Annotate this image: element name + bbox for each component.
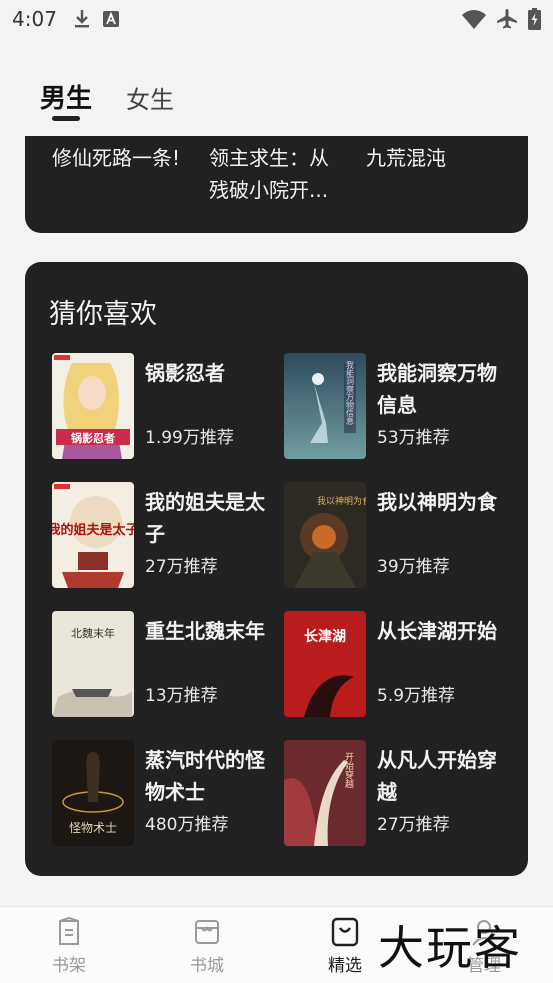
book-title: 重生北魏末年 [145,619,265,643]
cover-text: 北魏末年 [71,626,115,640]
cover-text: 怪物术士 [69,821,117,835]
nav-bookstore[interactable]: 书城 [157,907,257,983]
tab-female-label: 女生 [126,86,175,114]
gender-tabs: 男生 女生 [40,78,174,121]
status-time: 4:07 [12,7,57,31]
battery-charging-icon [528,8,541,30]
book-recommend-count: 480万推荐 [145,815,229,835]
book-title: 我能洞察万物信息 [377,361,497,417]
bookstore-icon [195,920,219,944]
book-recommend-count: 1.99万推荐 [145,428,234,448]
watermark-logo: 大玩客 [378,921,522,975]
status-right-icons [462,8,541,30]
book-title: 从长津湖开始 [377,619,497,643]
book-title: 我的姐夫是太子 [145,490,265,546]
status-bar: 4:07 [0,0,553,38]
wifi-icon [462,9,486,29]
top-book-title[interactable]: 领主求生：从残破小院开... [209,142,339,206]
book-recommend-count: 27万推荐 [377,815,450,835]
book-cover: 怪物术士 [52,740,134,846]
book-title: 从凡人开始穿越 [377,748,497,804]
book-recommend-count: 13万推荐 [145,686,218,706]
top-book-title[interactable]: 修仙死路一条! [52,142,182,174]
cover-text: 我的姐夫是太子 [52,522,134,538]
book-cover: 锅影忍者 [52,353,134,459]
cover-text: 锅影忍者 [71,431,115,445]
book-title: 我以神明为食 [377,490,497,514]
status-left-icons [73,9,119,29]
tab-male[interactable]: 男生 [40,78,93,121]
book-cover: 开始穿越 [284,740,366,846]
bookshelf-icon [59,917,79,945]
section-title: 猜你喜欢 [49,299,157,330]
book-recommend-count: 27万推荐 [145,557,218,577]
cover-text: 我能洞察万物信息 [346,360,355,425]
book-cover: 我以神明为食 [284,482,366,588]
book-cover: 北魏末年 [52,611,134,717]
book-item[interactable]: 我的姐夫是太子 我的姐夫是太子 27万推荐 [52,482,272,590]
featured-bag-icon [331,917,359,947]
cover-text: 我以神明为食 [317,495,366,507]
book-cover: 长津湖 [284,611,366,717]
tab-active-indicator [52,116,80,121]
tab-male-label: 男生 [40,84,93,114]
book-item[interactable]: 我能洞察万物信息 我能洞察万物信息 53万推荐 [284,353,504,461]
download-icon [73,9,91,29]
font-a-icon [102,11,119,27]
cover-text: 长津湖 [304,628,346,645]
book-cover: 我能洞察万物信息 [284,353,366,459]
nav-label: 精选 [328,956,362,976]
book-recommend-count: 53万推荐 [377,428,450,448]
nav-label: 书架 [52,956,86,976]
book-item[interactable]: 锅影忍者 锅影忍者 1.99万推荐 [52,353,272,461]
book-item[interactable]: 我以神明为食 我以神明为食 39万推荐 [284,482,504,590]
book-item[interactable]: 开始穿越 从凡人开始穿越 27万推荐 [284,740,504,848]
book-item[interactable]: 长津湖 从长津湖开始 5.9万推荐 [284,611,504,719]
top-books-card: 修仙死路一条! 领主求生：从残破小院开... 九荒混沌 [25,136,528,233]
cover-text: 开始穿越 [343,752,354,788]
book-title: 蒸汽时代的怪物术士 [145,748,265,804]
guess-you-like-card: 猜你喜欢 锅影忍者 锅影忍者 1.99万推荐 我能洞察万物信息 我能洞察万物信息… [25,262,528,876]
book-item[interactable]: 北魏末年 重生北魏末年 13万推荐 [52,611,272,719]
nav-label: 书城 [190,956,224,976]
nav-bookshelf[interactable]: 书架 [19,907,119,983]
tab-female[interactable]: 女生 [126,80,174,115]
top-book-title[interactable]: 九荒混沌 [366,142,496,174]
book-recommend-count: 39万推荐 [377,557,450,577]
book-title: 锅影忍者 [145,361,225,385]
book-cover: 我的姐夫是太子 [52,482,134,588]
airplane-icon [496,8,518,30]
book-item[interactable]: 怪物术士 蒸汽时代的怪物术士 480万推荐 [52,740,272,848]
book-recommend-count: 5.9万推荐 [377,686,456,706]
